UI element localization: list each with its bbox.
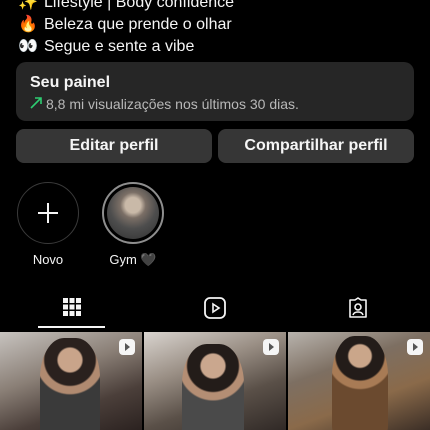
bio-line: 🔥 Beleza que prende o olhar	[18, 14, 234, 36]
plus-icon	[38, 203, 58, 223]
bio-text: Beleza que prende o olhar	[44, 16, 232, 33]
profile-bio: ✨ Lifestyle | Body confidence 🔥 Beleza q…	[18, 0, 234, 58]
bio-line: ✨ Lifestyle | Body confidence	[18, 0, 234, 14]
reel-badge-icon	[118, 338, 136, 361]
post-image	[332, 336, 388, 430]
grid-post[interactable]	[144, 332, 286, 430]
eyes-icon: 👀	[18, 38, 38, 55]
tab-reels[interactable]	[181, 288, 248, 328]
highlight-gym[interactable]: Gym 🖤	[100, 182, 166, 268]
tab-tagged[interactable]	[324, 288, 391, 328]
reel-badge-icon	[406, 338, 424, 361]
dashboard-views-text: 8,8 mi visualizações nos últimos 30 dias…	[46, 96, 299, 112]
post-image	[40, 338, 100, 430]
tagged-person-icon	[348, 297, 367, 318]
highlight-ring	[102, 182, 164, 244]
bio-text: Lifestyle | Body confidence	[44, 0, 235, 11]
trending-up-icon	[30, 96, 42, 112]
edit-profile-button[interactable]: Editar perfil	[16, 129, 212, 163]
dashboard-title: Seu painel	[30, 74, 111, 91]
bio-line: 👀 Segue e sente a vibe	[18, 36, 234, 58]
tab-grid[interactable]	[38, 288, 105, 328]
grid-post[interactable]	[288, 332, 430, 430]
fire-icon: 🔥	[18, 16, 38, 33]
post-image	[182, 344, 244, 430]
reel-badge-icon	[262, 338, 280, 361]
reels-icon	[203, 297, 226, 319]
dashboard-subtitle: 8,8 mi visualizações nos últimos 30 dias…	[30, 96, 400, 112]
highlight-cover	[107, 187, 159, 239]
highlight-label: Novo	[32, 252, 64, 267]
new-highlight-button[interactable]: Novo	[15, 182, 81, 267]
grid-icon	[62, 298, 81, 316]
professional-dashboard[interactable]: Seu painel 8,8 mi visualizações nos últi…	[16, 62, 414, 121]
highlight-ring	[17, 182, 79, 244]
sparkles-icon: ✨	[18, 0, 38, 11]
highlight-label: Gym 🖤	[109, 252, 157, 267]
grid-post[interactable]	[0, 332, 142, 430]
share-profile-button[interactable]: Compartilhar perfil	[218, 129, 414, 163]
bio-text: Segue e sente a vibe	[44, 38, 195, 55]
profile-tabs	[0, 288, 430, 328]
